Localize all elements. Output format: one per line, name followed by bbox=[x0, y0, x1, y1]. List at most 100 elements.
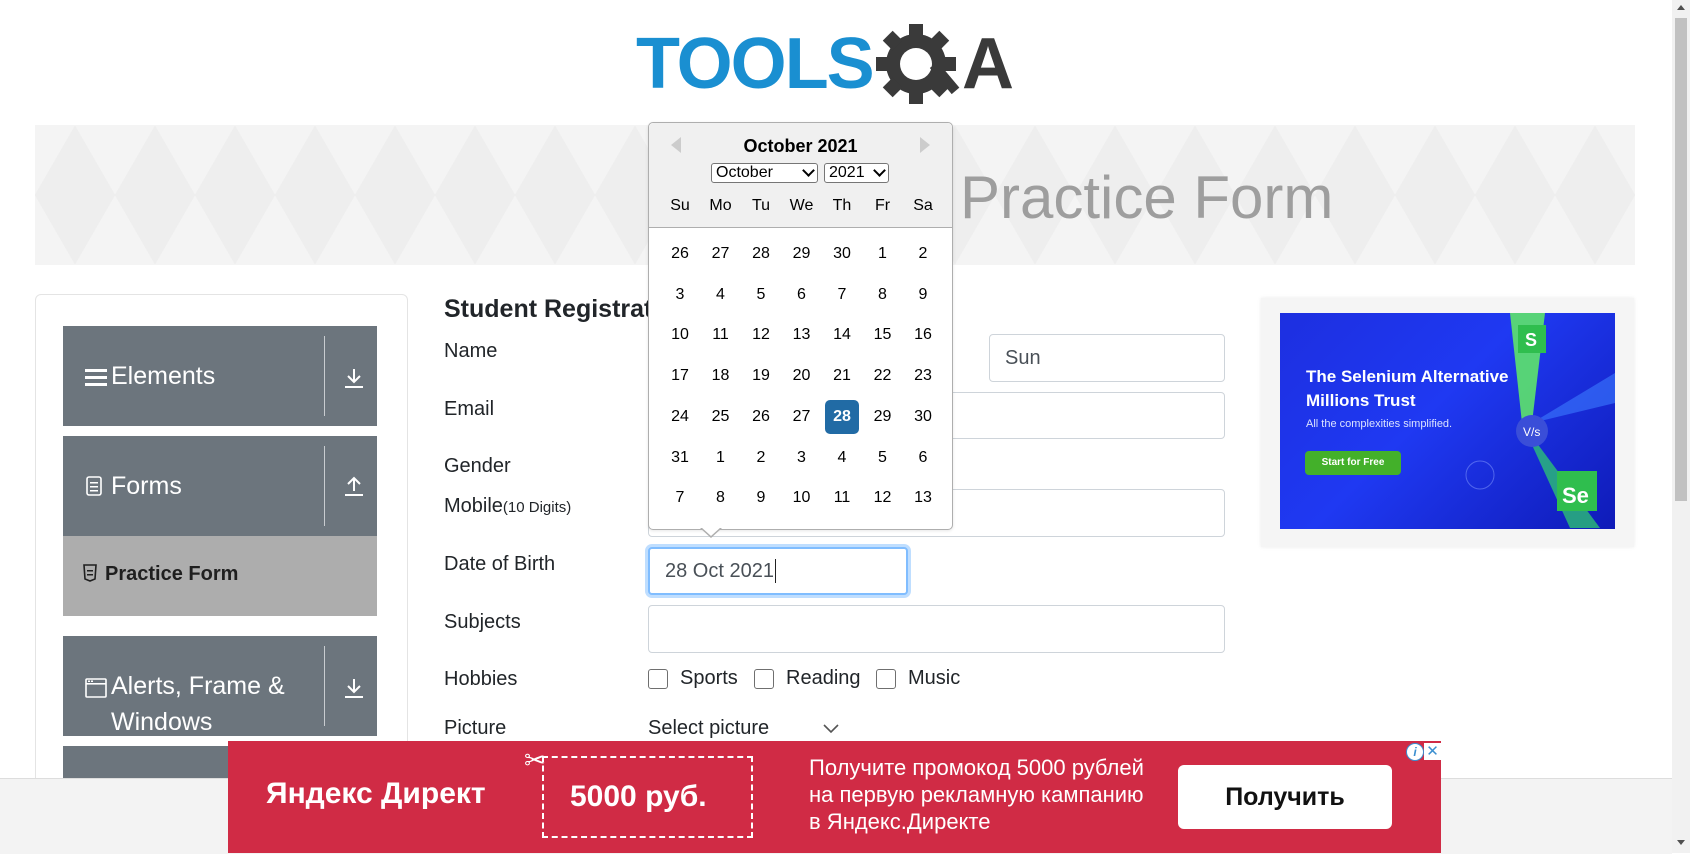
last-name-input[interactable]: Sun bbox=[989, 334, 1225, 382]
music-checkbox[interactable] bbox=[876, 668, 896, 689]
calendar-day[interactable]: 16 bbox=[906, 318, 940, 352]
calendar-day[interactable]: 25 bbox=[704, 400, 738, 434]
get-button[interactable]: Получить bbox=[1178, 765, 1392, 829]
month-select[interactable]: October bbox=[711, 163, 818, 183]
calendar-day-selected[interactable]: 28 bbox=[825, 399, 859, 434]
yandex-ad-banner[interactable]: Яндекс Директ ✂ 5000 руб. Получите промо… bbox=[228, 741, 1441, 853]
close-icon[interactable]: ✕ bbox=[1424, 743, 1441, 760]
calendar-day[interactable]: 13 bbox=[906, 481, 940, 515]
calendar-day[interactable]: 5 bbox=[744, 278, 778, 312]
logo-text-a: A bbox=[962, 24, 1014, 104]
email-input[interactable] bbox=[940, 392, 1225, 439]
sidebar-item-practice-form[interactable]: Practice Form bbox=[63, 536, 377, 616]
calendar-day[interactable]: 13 bbox=[785, 318, 819, 352]
calendar-day[interactable]: 11 bbox=[825, 481, 859, 515]
calendar-day[interactable]: 24 bbox=[663, 400, 697, 434]
calendar-day[interactable]: 17 bbox=[663, 359, 697, 393]
hobby-reading[interactable]: Reading bbox=[754, 667, 861, 690]
sidebar-group-elements[interactable]: Elements bbox=[63, 326, 377, 426]
calendar-day[interactable]: 1 bbox=[704, 441, 738, 475]
calendar-day[interactable]: 22 bbox=[866, 359, 900, 393]
gender-label: Gender bbox=[444, 455, 511, 477]
text-cursor bbox=[774, 559, 776, 583]
calendar-day[interactable]: 30 bbox=[825, 237, 859, 271]
calendar-day[interactable]: 7 bbox=[825, 278, 859, 312]
calendar-day[interactable]: 28 bbox=[744, 237, 778, 271]
calendar-day[interactable]: 14 bbox=[825, 318, 859, 352]
hobby-sports[interactable]: Sports bbox=[648, 667, 738, 690]
reading-checkbox[interactable] bbox=[754, 668, 774, 689]
calendar-day[interactable]: 20 bbox=[785, 359, 819, 393]
sidebar-group-alerts[interactable]: Alerts, Frame & Windows bbox=[63, 636, 377, 736]
calendar-day[interactable]: 11 bbox=[704, 318, 738, 352]
chevron-down-icon bbox=[823, 724, 839, 734]
start-for-free-button[interactable]: Start for Free bbox=[1305, 451, 1401, 475]
subjects-label: Subjects bbox=[444, 611, 521, 633]
calendar-day[interactable]: 1 bbox=[866, 237, 900, 271]
calendar-day[interactable]: 27 bbox=[704, 237, 738, 271]
sports-checkbox[interactable] bbox=[648, 668, 668, 689]
gear-icon bbox=[876, 24, 960, 104]
calendar-day[interactable]: 10 bbox=[663, 318, 697, 352]
toolsqa-logo[interactable]: TOOLS A bbox=[636, 20, 1038, 112]
dob-label: Date of Birth bbox=[444, 553, 556, 575]
calendar-day[interactable]: 2 bbox=[744, 441, 778, 475]
next-month-icon[interactable] bbox=[920, 137, 930, 153]
calendar-day[interactable]: 30 bbox=[906, 400, 940, 434]
scrollbar-thumb[interactable] bbox=[1675, 18, 1687, 501]
select-picture-button[interactable]: Select picture bbox=[648, 717, 769, 740]
download-icon bbox=[345, 369, 363, 388]
calendar-day[interactable]: 3 bbox=[663, 278, 697, 312]
day-name: Mo bbox=[709, 197, 732, 214]
calendar-day[interactable]: 27 bbox=[785, 400, 819, 434]
chevron-down-icon bbox=[873, 164, 886, 177]
dob-value: 28 Oct 2021 bbox=[665, 559, 774, 582]
ad-headline: The Selenium Alternative Millions Trust bbox=[1306, 367, 1509, 410]
info-icon[interactable]: i bbox=[1406, 743, 1424, 761]
calendar-day[interactable]: 29 bbox=[785, 237, 819, 271]
calendar-day[interactable]: 6 bbox=[785, 278, 819, 312]
calendar-day[interactable]: 19 bbox=[744, 359, 778, 393]
scroll-up-icon[interactable] bbox=[1677, 5, 1685, 10]
calendar-day[interactable]: 2 bbox=[906, 237, 940, 271]
calendar-day[interactable]: 18 bbox=[704, 359, 738, 393]
calendar-day[interactable]: 3 bbox=[785, 441, 819, 475]
upload-icon bbox=[345, 476, 363, 496]
calendar-day[interactable]: 21 bbox=[825, 359, 859, 393]
year-select[interactable]: 2021 bbox=[824, 163, 889, 183]
svg-text:V/s: V/s bbox=[1523, 425, 1540, 439]
calendar-day[interactable]: 29 bbox=[866, 400, 900, 434]
sidebar-group-forms[interactable]: Forms bbox=[63, 436, 377, 536]
calendar-day[interactable]: 31 bbox=[663, 441, 697, 475]
vertical-scrollbar[interactable] bbox=[1672, 0, 1690, 853]
sidebar-item-label: Practice Form bbox=[105, 563, 239, 585]
calendar-day[interactable]: 5 bbox=[866, 441, 900, 475]
calendar-day[interactable]: 6 bbox=[906, 441, 940, 475]
calendar-day[interactable]: 26 bbox=[744, 400, 778, 434]
datepicker-pointer bbox=[701, 527, 721, 536]
date-of-birth-input[interactable]: 28 Oct 2021 bbox=[648, 547, 908, 595]
calendar-day[interactable]: 23 bbox=[906, 359, 940, 393]
subjects-input[interactable] bbox=[648, 605, 1225, 653]
calendar-day[interactable]: 12 bbox=[866, 481, 900, 515]
calendar-day[interactable]: 8 bbox=[704, 481, 738, 515]
scroll-down-icon[interactable] bbox=[1677, 840, 1685, 845]
datepicker-popup: October 2021 October 2021 Su Mo Tu We Th Fr Sa… bbox=[648, 122, 953, 538]
hobby-music[interactable]: Music bbox=[876, 667, 960, 690]
calendar-day[interactable]: 9 bbox=[906, 278, 940, 312]
ad-brand: Яндекс Директ bbox=[266, 777, 486, 810]
calendar-day[interactable]: 26 bbox=[663, 237, 697, 271]
calendar-day[interactable]: 10 bbox=[785, 481, 819, 515]
svg-text:S: S bbox=[1525, 330, 1537, 350]
chevron-down-icon bbox=[802, 164, 815, 177]
calendar-day[interactable]: 7 bbox=[663, 481, 697, 515]
calendar-day[interactable]: 9 bbox=[744, 481, 778, 515]
hobby-label: Reading bbox=[786, 667, 861, 689]
calendar-day[interactable]: 4 bbox=[825, 441, 859, 475]
side-ad[interactable]: S V/s Se The Selenium Alternative Millio… bbox=[1280, 313, 1615, 529]
calendar-day[interactable]: 4 bbox=[704, 278, 738, 312]
calendar-day[interactable]: 12 bbox=[744, 318, 778, 352]
calendar-day[interactable]: 15 bbox=[866, 318, 900, 352]
download-icon bbox=[345, 679, 363, 698]
calendar-day[interactable]: 8 bbox=[866, 278, 900, 312]
